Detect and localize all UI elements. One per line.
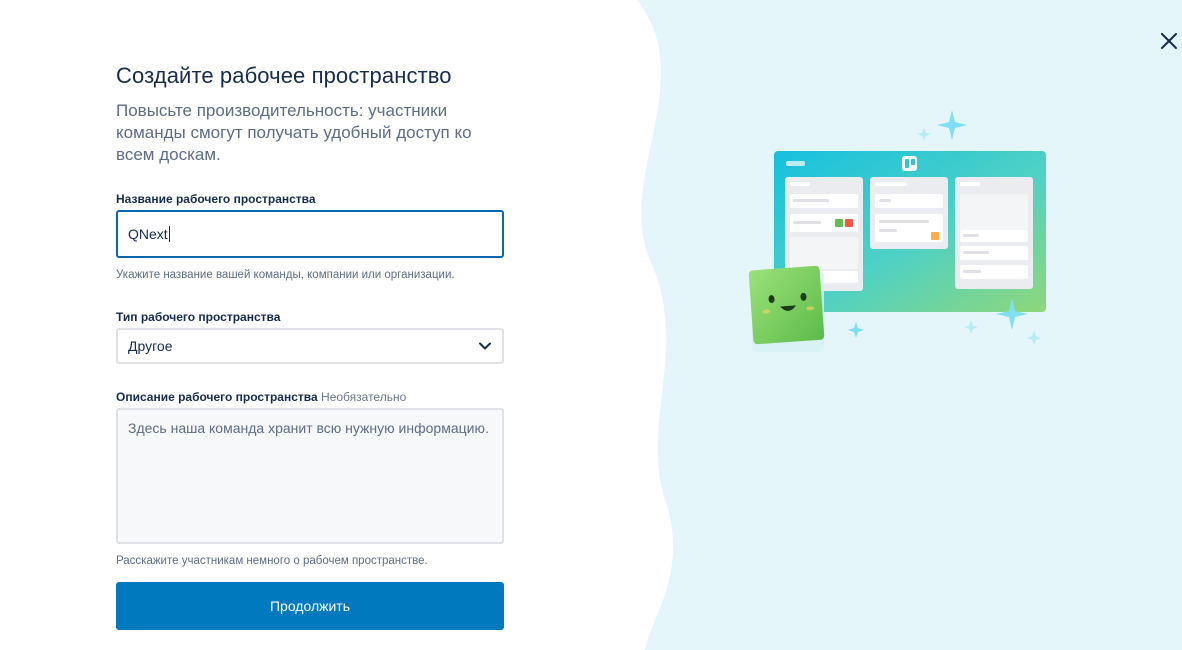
workspace-description-hint: Расскажите участникам немного о рабочем … <box>116 555 428 567</box>
board-illustration <box>748 110 1046 352</box>
close-icon <box>1161 33 1177 49</box>
sparkle-icon <box>964 320 978 334</box>
continue-button[interactable]: Продолжить <box>116 582 504 630</box>
workspace-description-placeholder: Здесь наша команда хранит всю нужную инф… <box>128 420 489 436</box>
workspace-name-value: QNext <box>128 226 168 242</box>
workspace-description-textarea[interactable]: Здесь наша команда хранит всю нужную инф… <box>116 408 504 544</box>
close-button[interactable] <box>1156 28 1182 54</box>
workspace-description-label-text: Описание рабочего пространства <box>116 390 318 404</box>
sparkle-icon <box>917 127 931 141</box>
workspace-type-value: Другое <box>128 338 173 354</box>
workspace-type-label: Тип рабочего пространства <box>116 310 281 324</box>
text-caret <box>168 226 170 242</box>
sparkle-icon <box>937 110 967 140</box>
workspace-name-hint: Укажите название вашей команды, компании… <box>116 269 455 281</box>
smiling-cube-icon <box>748 265 825 345</box>
workspace-name-input[interactable]: QNext <box>116 210 504 258</box>
sparkle-icon <box>848 322 864 338</box>
sparkle-icon <box>1027 330 1041 345</box>
workspace-description-label: Описание рабочего пространства Необязате… <box>116 389 406 405</box>
chevron-down-icon <box>479 342 491 350</box>
page-title: Создайте рабочее пространство <box>116 63 452 88</box>
workspace-type-select[interactable]: Другое <box>116 328 504 364</box>
page-subtitle: Повысьте производительность: участники к… <box>116 101 472 164</box>
workspace-name-label: Название рабочего пространства <box>116 192 316 206</box>
workspace-form: Создайте рабочее пространство Повысьте п… <box>116 62 504 630</box>
optional-tag: Необязательно <box>321 390 407 404</box>
